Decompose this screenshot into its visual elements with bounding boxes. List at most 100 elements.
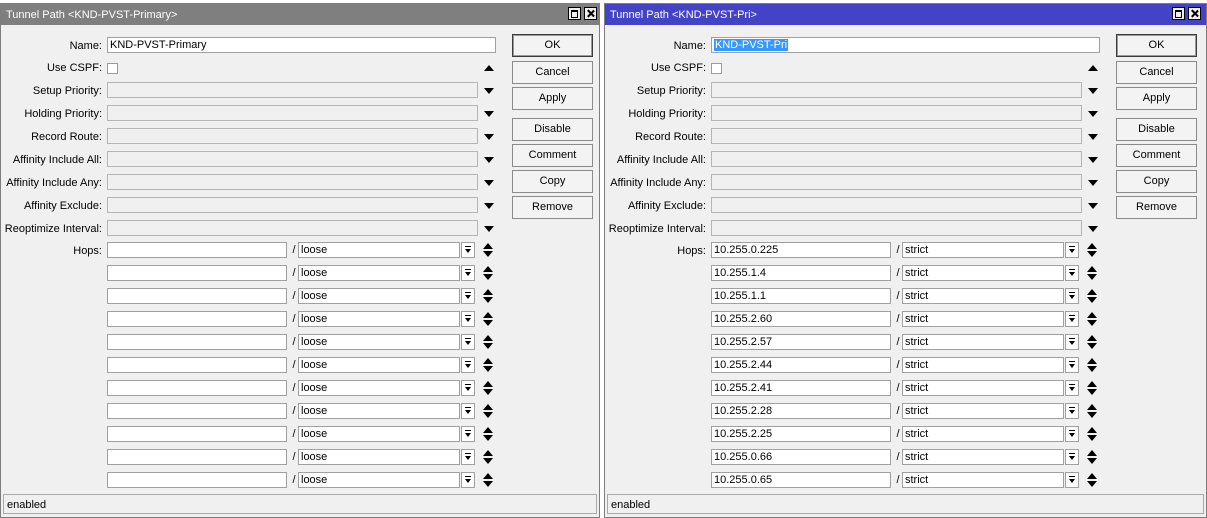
- affinity-include-all-select[interactable]: [107, 151, 478, 167]
- hop-address-input[interactable]: 10.255.0.66: [711, 449, 891, 465]
- hop-type-dropdown-icon[interactable]: [461, 380, 475, 396]
- copy-button[interactable]: Copy: [1116, 170, 1197, 193]
- affinity-include-any-select[interactable]: [711, 174, 1082, 190]
- dropdown-arrow-icon[interactable]: [484, 180, 494, 186]
- hop-address-input[interactable]: [107, 288, 287, 304]
- hop-type-dropdown-icon[interactable]: [461, 403, 475, 419]
- hop-updown-icon[interactable]: [1087, 266, 1097, 280]
- dropdown-arrow-icon[interactable]: [1088, 134, 1098, 140]
- hop-type-select[interactable]: loose: [298, 288, 460, 304]
- hop-type-select[interactable]: strict: [902, 334, 1064, 350]
- hop-type-select[interactable]: strict: [902, 403, 1064, 419]
- maximize-icon[interactable]: [568, 7, 581, 20]
- dropdown-arrow-icon[interactable]: [484, 226, 494, 232]
- hop-type-dropdown-icon[interactable]: [461, 242, 475, 258]
- hop-type-dropdown-icon[interactable]: [1065, 426, 1079, 442]
- hop-address-input[interactable]: 10.255.0.65: [711, 472, 891, 488]
- hop-type-dropdown-icon[interactable]: [1065, 334, 1079, 350]
- hop-address-input[interactable]: [107, 472, 287, 488]
- hop-type-dropdown-icon[interactable]: [461, 357, 475, 373]
- affinity-exclude-select[interactable]: [711, 197, 1082, 213]
- dropdown-arrow-icon[interactable]: [1088, 226, 1098, 232]
- hop-type-select[interactable]: loose: [298, 242, 460, 258]
- hop-type-dropdown-icon[interactable]: [1065, 311, 1079, 327]
- hop-type-dropdown-icon[interactable]: [1065, 472, 1079, 488]
- setup-priority-select[interactable]: [711, 82, 1082, 98]
- hop-address-input[interactable]: 10.255.0.225: [711, 242, 891, 258]
- dropdown-arrow-icon[interactable]: [484, 134, 494, 140]
- ok-button[interactable]: OK: [1116, 34, 1197, 57]
- hop-updown-icon[interactable]: [483, 266, 493, 280]
- record-route-select[interactable]: [107, 128, 478, 144]
- hop-updown-icon[interactable]: [483, 312, 493, 326]
- hop-type-dropdown-icon[interactable]: [461, 265, 475, 281]
- dropdown-arrow-icon[interactable]: [484, 111, 494, 117]
- dropdown-arrow-icon[interactable]: [1088, 111, 1098, 117]
- hop-address-input[interactable]: 10.255.1.1: [711, 288, 891, 304]
- hop-address-input[interactable]: 10.255.2.25: [711, 426, 891, 442]
- hop-address-input[interactable]: [107, 334, 287, 350]
- hop-address-input[interactable]: [107, 449, 287, 465]
- disable-button[interactable]: Disable: [512, 118, 593, 141]
- hop-type-dropdown-icon[interactable]: [1065, 449, 1079, 465]
- hop-type-select[interactable]: loose: [298, 449, 460, 465]
- hop-type-select[interactable]: loose: [298, 311, 460, 327]
- hop-type-dropdown-icon[interactable]: [1065, 357, 1079, 373]
- hop-updown-icon[interactable]: [1087, 289, 1097, 303]
- hop-type-dropdown-icon[interactable]: [461, 426, 475, 442]
- hop-type-select[interactable]: strict: [902, 242, 1064, 258]
- collapse-up-icon[interactable]: [484, 65, 494, 71]
- holding-priority-select[interactable]: [107, 105, 478, 121]
- remove-button[interactable]: Remove: [1116, 196, 1197, 219]
- use-cspf-checkbox[interactable]: [711, 63, 722, 74]
- hop-type-dropdown-icon[interactable]: [461, 472, 475, 488]
- hop-updown-icon[interactable]: [1087, 381, 1097, 395]
- hop-updown-icon[interactable]: [1087, 427, 1097, 441]
- hop-type-select[interactable]: strict: [902, 380, 1064, 396]
- affinity-include-all-select[interactable]: [711, 151, 1082, 167]
- name-input[interactable]: KND-PVST-Primary: [107, 37, 496, 53]
- hop-address-input[interactable]: [107, 426, 287, 442]
- hop-address-input[interactable]: 10.255.2.28: [711, 403, 891, 419]
- reoptimize-interval-select[interactable]: [107, 220, 478, 236]
- use-cspf-checkbox[interactable]: [107, 63, 118, 74]
- hop-type-select[interactable]: strict: [902, 265, 1064, 281]
- hop-updown-icon[interactable]: [1087, 404, 1097, 418]
- hop-type-dropdown-icon[interactable]: [1065, 380, 1079, 396]
- hop-updown-icon[interactable]: [483, 335, 493, 349]
- hop-type-select[interactable]: loose: [298, 357, 460, 373]
- apply-button[interactable]: Apply: [512, 87, 593, 110]
- comment-button[interactable]: Comment: [512, 144, 593, 167]
- affinity-include-any-select[interactable]: [107, 174, 478, 190]
- hop-updown-icon[interactable]: [1087, 243, 1097, 257]
- hop-type-dropdown-icon[interactable]: [1065, 265, 1079, 281]
- hop-type-select[interactable]: loose: [298, 380, 460, 396]
- dropdown-arrow-icon[interactable]: [484, 88, 494, 94]
- close-icon[interactable]: [584, 7, 597, 20]
- dropdown-arrow-icon[interactable]: [484, 203, 494, 209]
- ok-button[interactable]: OK: [512, 34, 593, 57]
- hop-type-dropdown-icon[interactable]: [461, 334, 475, 350]
- cancel-button[interactable]: Cancel: [1116, 61, 1197, 84]
- hop-address-input[interactable]: [107, 403, 287, 419]
- setup-priority-select[interactable]: [107, 82, 478, 98]
- hop-updown-icon[interactable]: [1087, 335, 1097, 349]
- holding-priority-select[interactable]: [711, 105, 1082, 121]
- hop-address-input[interactable]: 10.255.2.57: [711, 334, 891, 350]
- hop-type-dropdown-icon[interactable]: [1065, 242, 1079, 258]
- hop-updown-icon[interactable]: [483, 243, 493, 257]
- hop-address-input[interactable]: 10.255.2.44: [711, 357, 891, 373]
- hop-address-input[interactable]: [107, 265, 287, 281]
- close-icon[interactable]: [1188, 7, 1201, 20]
- dropdown-arrow-icon[interactable]: [1088, 157, 1098, 163]
- record-route-select[interactable]: [711, 128, 1082, 144]
- hop-type-dropdown-icon[interactable]: [461, 311, 475, 327]
- maximize-icon[interactable]: [1172, 7, 1185, 20]
- window-titlebar[interactable]: Tunnel Path <KND-PVST-Primary>: [1, 4, 599, 25]
- hop-type-select[interactable]: strict: [902, 311, 1064, 327]
- hop-updown-icon[interactable]: [483, 404, 493, 418]
- hop-address-input[interactable]: 10.255.2.60: [711, 311, 891, 327]
- hop-updown-icon[interactable]: [1087, 473, 1097, 487]
- collapse-up-icon[interactable]: [1088, 65, 1098, 71]
- apply-button[interactable]: Apply: [1116, 87, 1197, 110]
